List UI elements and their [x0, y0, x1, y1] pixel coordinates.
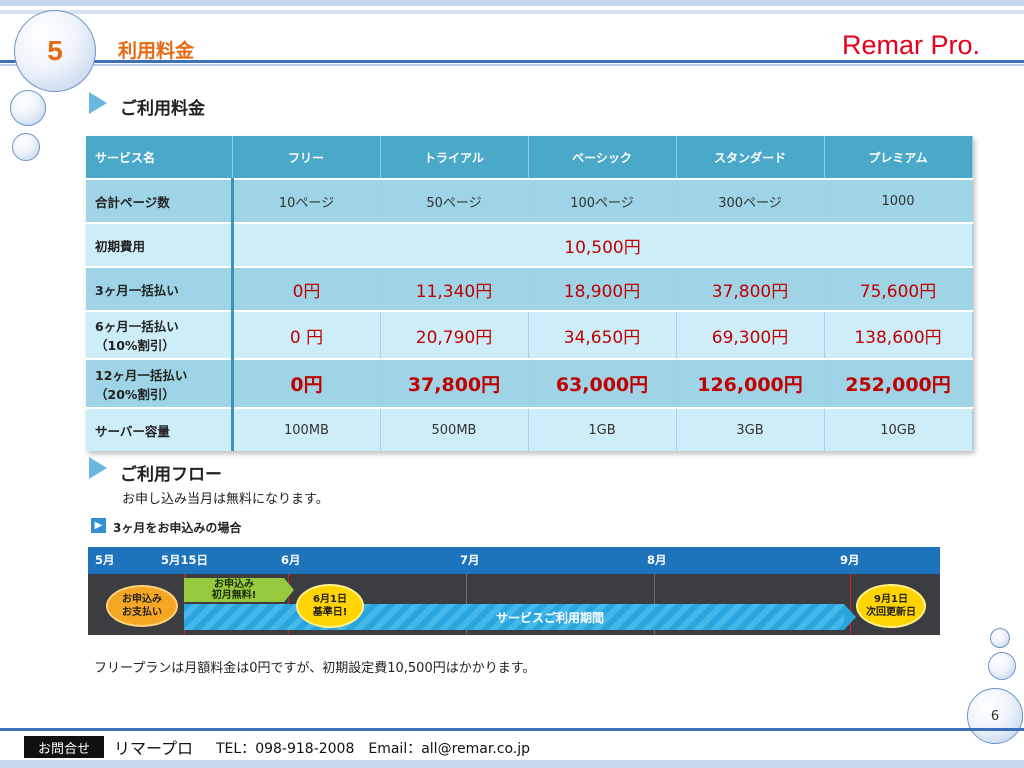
- merged-table-cell: 10,500円: [232, 222, 973, 267]
- chevron-right-icon: ▶: [91, 518, 106, 533]
- page-title: 利用料金: [118, 40, 195, 62]
- table-cell: 75,600円: [824, 266, 973, 311]
- banner-arrowhead: [284, 578, 294, 602]
- apply-payment-bubble: お申込み お支払い: [106, 585, 178, 627]
- row-label: 12ヶ月一括払い （20%割引）: [86, 358, 234, 408]
- table-cell: 10GB: [824, 407, 973, 451]
- table-cell: 1000: [824, 178, 973, 223]
- table-cell: 300ページ: [676, 178, 825, 223]
- timeline-month-label: 7月: [460, 553, 480, 567]
- bubble-line: お申込み: [122, 594, 162, 605]
- table-cell: 11,340円: [380, 266, 529, 311]
- section-number: 5: [47, 35, 63, 66]
- table-cell: 138,600円: [824, 310, 973, 359]
- column-header: プレミアム: [824, 136, 973, 179]
- timeline-month-label: 5月15日: [161, 553, 209, 567]
- decorative-bubble: [988, 652, 1016, 680]
- timeline-month-bar: [88, 547, 940, 574]
- row-label: サーバー容量: [86, 407, 234, 451]
- table-cell: 34,650円: [528, 310, 677, 359]
- footnote: フリープランは月額料金は0円ですが、初期設定費10,500円はかかります。: [94, 661, 536, 676]
- decorative-bubble: [990, 628, 1010, 648]
- table-row: 3ヶ月一括払い 0円 11,340円 18,900円 37,800円 75,60…: [86, 266, 973, 311]
- table-cell: 100ページ: [528, 178, 677, 223]
- row-label-line: 6ヶ月一括払い: [95, 319, 179, 334]
- table-row: 12ヶ月一括払い （20%割引） 0円 37,800円 63,000円 126,…: [86, 358, 973, 408]
- service-period-arrowhead: [844, 604, 856, 630]
- flow-case-label: 3ヶ月をお申込みの場合: [113, 521, 242, 535]
- banner-line: お申込み: [214, 579, 254, 590]
- timeline-month-label: 9月: [840, 553, 860, 567]
- pricing-heading: ご利用料金: [120, 99, 205, 119]
- table-row: 合計ページ数 10ページ 50ページ 100ページ 300ページ 1000: [86, 178, 973, 223]
- table-cell: 126,000円: [676, 358, 825, 408]
- column-header: サービス名: [86, 136, 233, 179]
- row-label-line: 12ヶ月一括払い: [95, 367, 188, 383]
- table-cell: 3GB: [676, 407, 825, 451]
- bubble-line: 基準日!: [312, 607, 348, 618]
- row-label-line: （10%割引）: [95, 338, 175, 353]
- table-cell: 10ページ: [232, 178, 381, 223]
- page-number-badge: 6: [967, 688, 1023, 744]
- column-header: スタンダード: [676, 136, 825, 179]
- row-label: 合計ページ数: [86, 178, 234, 223]
- flow-note: お申し込み当月は無料になります。: [122, 492, 329, 507]
- table-cell: 0円: [232, 266, 381, 311]
- page-number: 6: [990, 708, 1000, 724]
- row-label-line: （20%割引）: [95, 386, 175, 402]
- header-band-top: [0, 0, 1024, 6]
- table-row: 6ヶ月一括払い （10%割引） 0 円 20,790円 34,650円 69,3…: [86, 310, 973, 359]
- section-number-badge: 5: [14, 10, 96, 92]
- table-row: 初期費用 10,500円: [86, 222, 973, 267]
- header-rule-light: [0, 64, 1024, 66]
- table-row: サーバー容量 100MB 500MB 1GB 3GB 10GB: [86, 407, 973, 451]
- table-cell: 69,300円: [676, 310, 825, 359]
- renewal-day-bubble: 9月1日次回更新日: [856, 584, 926, 628]
- table-cell: 100MB: [232, 407, 381, 451]
- row-label: 3ヶ月一括払い: [86, 266, 234, 311]
- contact-label: お問合せ: [24, 736, 104, 758]
- table-cell: 20,790円: [380, 310, 529, 359]
- flow-heading: ご利用フロー: [120, 465, 222, 485]
- timeline-month-label: 6月: [281, 553, 301, 567]
- pricing-table: サービス名 フリー トライアル ベーシック スタンダード プレミアム 合計ページ…: [86, 136, 973, 451]
- table-cell: 1GB: [528, 407, 677, 451]
- bubble-line: 6月1日: [313, 594, 347, 605]
- company-name: リマープロ: [114, 739, 194, 758]
- column-header: トライアル: [380, 136, 529, 179]
- table-cell: 50ページ: [380, 178, 529, 223]
- bubble-line: お支払い: [122, 607, 162, 618]
- table-cell: 63,000円: [528, 358, 677, 408]
- table-cell: 252,000円: [824, 358, 973, 408]
- banner-line: 初月無料!: [211, 590, 257, 601]
- bubble-line: 9月1日: [874, 594, 908, 605]
- base-day-bubble: 6月1日基準日!: [296, 584, 364, 628]
- footer-band: [0, 760, 1024, 768]
- row-label: 6ヶ月一括払い （10%割引）: [86, 310, 234, 359]
- table-cell: 500MB: [380, 407, 529, 451]
- table-cell: 0 円: [232, 310, 381, 359]
- triangle-bullet-icon: [89, 457, 107, 479]
- triangle-bullet-icon: [89, 92, 107, 114]
- table-cell: 0円: [232, 358, 381, 408]
- free-first-month-banner: お申込み 初月無料!: [184, 578, 284, 602]
- brand-logo-text: Remar Pro.: [841, 30, 980, 60]
- footer-rule: [0, 728, 1024, 731]
- header-band-thin: [0, 10, 1024, 14]
- service-period-label: サービスご利用期間: [495, 611, 604, 625]
- table-cell: 18,900円: [528, 266, 677, 311]
- table-cell: 37,800円: [676, 266, 825, 311]
- contact-info: TEL：098-918-2008 Email：all@remar.co.jp: [216, 741, 531, 757]
- decorative-bubble: [12, 133, 40, 161]
- bubble-line: 次回更新日: [866, 607, 916, 618]
- column-header: フリー: [232, 136, 381, 179]
- timeline-month-label: 8月: [647, 553, 667, 567]
- row-label: 初期費用: [86, 222, 234, 267]
- table-header-row: サービス名 フリー トライアル ベーシック スタンダード プレミアム: [86, 136, 973, 179]
- table-cell: 37,800円: [380, 358, 529, 408]
- timeline-month-label: 5月: [95, 553, 115, 567]
- column-header: ベーシック: [528, 136, 677, 179]
- decorative-bubble: [10, 90, 46, 126]
